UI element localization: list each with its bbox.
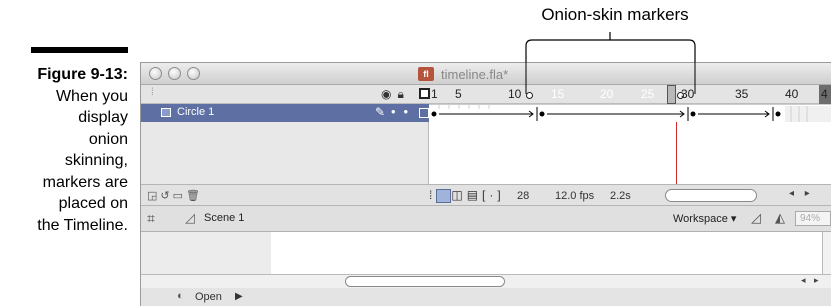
callout-label: Onion-skin markers (541, 5, 689, 24)
trash-icon[interactable]: 🗑︎ (186, 190, 203, 202)
caption-line: When you (55, 87, 128, 105)
flash-window: fl timeline.fla* ⁞ ◉🔒︎ 1 5 10 15 20 25 3… (140, 62, 831, 306)
ruler-number: 20 (600, 87, 614, 101)
layer-toggle-dots[interactable]: •• (391, 104, 416, 119)
modify-markers-icon[interactable]: [·] (482, 188, 505, 202)
ruler-number: 30 (681, 87, 695, 101)
window-title: timeline.fla* (441, 67, 509, 82)
playhead[interactable] (667, 85, 676, 104)
figure-label: Figure 9-13: (37, 66, 128, 83)
eye-icon[interactable]: ◉ (381, 87, 397, 101)
edit-scene-icon[interactable]: ◿ (751, 210, 761, 226)
ruler-number: 4 (821, 87, 828, 101)
current-frame: 28 (517, 190, 530, 202)
caption-line: markers are (42, 173, 128, 191)
caption-line: the Timeline. (37, 216, 128, 234)
add-folder-icon[interactable]: ▭ (173, 190, 186, 202)
properties-panel-bar[interactable]: ◐ Open ▶ (141, 288, 831, 306)
timeline-scrollbar[interactable] (665, 189, 757, 202)
expand-arrow-icon[interactable]: ▶ (235, 291, 243, 302)
vertical-scrollbar[interactable] (822, 232, 831, 276)
ruler-number: 40 (785, 87, 799, 101)
onion-buttons: ⁞ ◫▤[·] (429, 188, 505, 203)
onion-start-marker[interactable] (526, 92, 533, 99)
onion-skin-button[interactable] (436, 188, 452, 203)
onion-outlines-icon[interactable]: ◫ (451, 188, 466, 202)
timeline-header: ⁞ ◉🔒︎ 1 5 10 15 20 25 30 35 40 4 (141, 85, 831, 104)
ruler-number: 10 (508, 87, 522, 101)
ruler-number: 5 (455, 87, 462, 101)
horizontal-scrollbar[interactable]: ◂ ▸ (141, 274, 831, 288)
caption-rule (31, 47, 128, 53)
scene-icon: ◿ (185, 210, 195, 225)
frame-rate[interactable]: 12.0 fps (555, 190, 594, 202)
edit-symbol-icon[interactable]: ◭ (775, 210, 785, 226)
caption-line: placed on (58, 195, 128, 212)
minimize-window-button[interactable] (168, 67, 181, 80)
layer-name[interactable]: Circle 1 (177, 106, 214, 118)
layer-list-empty (141, 122, 429, 184)
horizontal-scroll-thumb[interactable] (345, 276, 505, 287)
pasteboard (141, 232, 271, 274)
ruler-number: 15 (551, 87, 565, 101)
scene-name[interactable]: Scene 1 (204, 212, 244, 224)
playhead-line (676, 122, 677, 184)
add-guide-icon[interactable]: ↺ (160, 190, 172, 202)
center-frame-icon[interactable]: ⁞ (429, 188, 436, 202)
zoom-field[interactable]: 94% (795, 211, 831, 226)
timeline-status-bar: ◲↺▭🗑︎ ⁞ ◫▤[·] 28 12.0 fps 2.2s ◂ ▸ (141, 184, 831, 206)
caption-line: skinning, (64, 152, 128, 169)
frames-empty (429, 122, 831, 184)
edit-multiple-icon[interactable]: ▤ (467, 188, 482, 202)
ruler-number: 1 (431, 87, 438, 101)
stage[interactable] (141, 232, 826, 274)
caption-line: onion (88, 130, 128, 148)
tween-track (429, 105, 831, 123)
panel-grip-icon[interactable]: ⁞ (151, 87, 154, 98)
layer-buttons: ◲↺▭🗑︎ (147, 189, 203, 202)
title-bar: fl timeline.fla* (141, 63, 831, 85)
timeline-ruler[interactable]: 1 5 10 15 20 25 30 35 40 4 (429, 85, 831, 104)
add-layer-icon[interactable]: ◲ (147, 190, 160, 202)
layer-frames[interactable] (429, 104, 831, 123)
ruler-number: 35 (735, 87, 749, 101)
ruler-number: 25 (641, 87, 655, 101)
scroll-arrows[interactable]: ◂ ▸ (789, 188, 814, 199)
layer-outline-toggle[interactable] (419, 108, 429, 118)
document-icon: fl (418, 67, 434, 81)
disclosure-icon[interactable]: ◐ (177, 290, 184, 302)
zoom-window-button[interactable] (187, 67, 200, 80)
hscroll-arrows[interactable]: ◂ ▸ (801, 275, 822, 286)
caption-line: display (78, 109, 128, 126)
elapsed-time: 2.2s (610, 190, 631, 202)
properties-label[interactable]: Open (195, 291, 222, 303)
lock-icon[interactable]: 🔒︎ (397, 87, 409, 101)
figure-caption: Figure 9-13: When you display onion skin… (0, 64, 128, 236)
layer-visibility-icons: ◉🔒︎ (381, 87, 410, 102)
edit-bar: ⌗ ◿ Scene 1 Workspace ▾ ◿ ◭ 94% (141, 206, 831, 232)
pencil-icon: ✎ (375, 105, 386, 119)
layer-icon (161, 108, 171, 117)
close-window-button[interactable] (149, 67, 162, 80)
workspace-menu[interactable]: Workspace ▾ (673, 212, 736, 225)
layer-row[interactable]: Circle 1 ✎ •• (141, 104, 429, 122)
stage-icon[interactable]: ⌗ (147, 210, 155, 227)
